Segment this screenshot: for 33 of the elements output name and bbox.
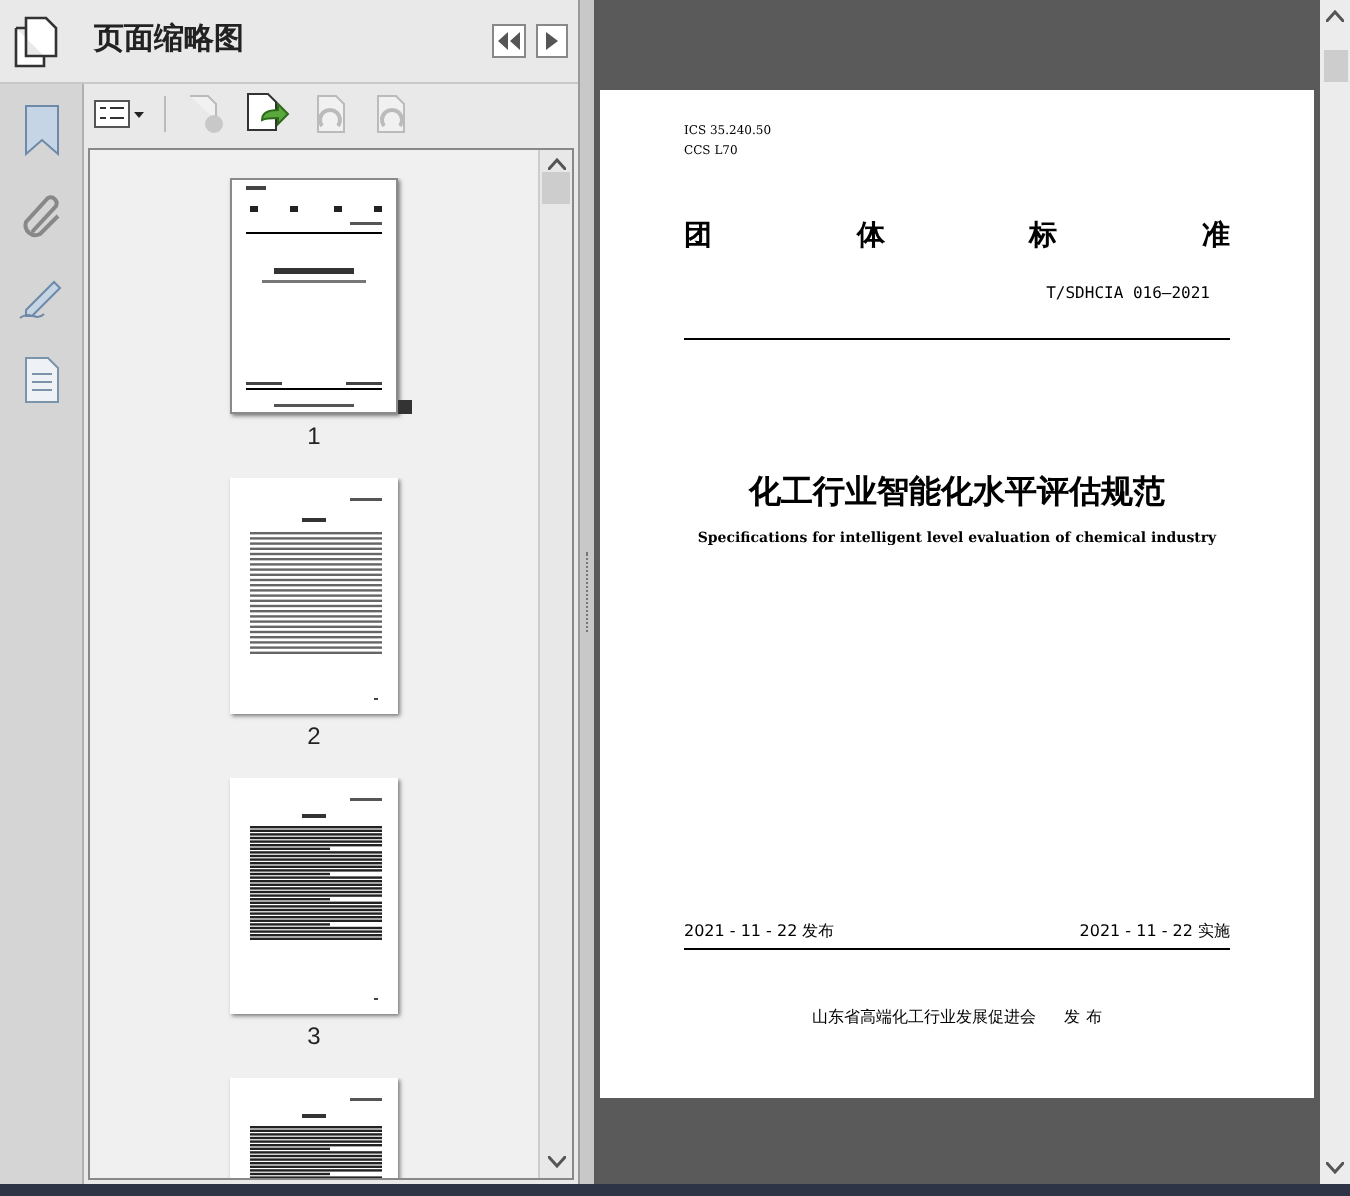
page-number: 3 — [307, 1022, 321, 1050]
heading-character: 标 — [1029, 218, 1058, 256]
scroll-thumb[interactable] — [542, 172, 570, 204]
page-number: 2 — [307, 722, 321, 750]
page-number: 1 — [307, 422, 321, 450]
page-thumbnail-drawing[interactable] — [230, 478, 398, 714]
heading-character: 体 — [856, 218, 885, 256]
document-icon[interactable] — [23, 356, 59, 404]
standard-number: T/SDHCIA 016—2021 — [1046, 282, 1210, 306]
scrollbar[interactable] — [538, 150, 572, 1178]
page-thumbnail-drawing[interactable] — [230, 178, 398, 414]
pages-icon[interactable] — [14, 15, 58, 67]
panel-title: 页面缩略图 — [94, 20, 244, 61]
vertical-scrollbar[interactable] — [1320, 0, 1350, 1184]
options-icon — [94, 100, 130, 128]
issuer-action: 发 布 — [1064, 1005, 1102, 1029]
page-thumbnail-drawing[interactable] — [230, 778, 398, 1014]
heading-character: 准 — [1201, 218, 1230, 256]
issuer-name: 山东省高端化工行业发展促进会 — [812, 1005, 1037, 1029]
publish-date: 2021 - 11 - 22 发布 — [684, 919, 835, 943]
heading-character: 团 — [684, 218, 712, 256]
expand-panel-button[interactable] — [536, 24, 568, 58]
resize-handle[interactable] — [398, 400, 412, 414]
document-title: 化工行业智能化水平评估规范 — [749, 470, 1165, 514]
caret-icon — [134, 111, 144, 117]
double-left-arrow-icon — [498, 32, 520, 50]
insert-page-icon[interactable] — [246, 92, 290, 136]
effective-date: 2021 - 11 - 22 实施 — [1079, 919, 1230, 943]
paperclip-icon[interactable] — [19, 192, 63, 240]
collapse-panel-button[interactable] — [492, 24, 526, 58]
right-arrow-icon — [546, 32, 558, 50]
scroll-thumb[interactable] — [1323, 50, 1347, 82]
options-menu-button[interactable] — [94, 100, 144, 128]
